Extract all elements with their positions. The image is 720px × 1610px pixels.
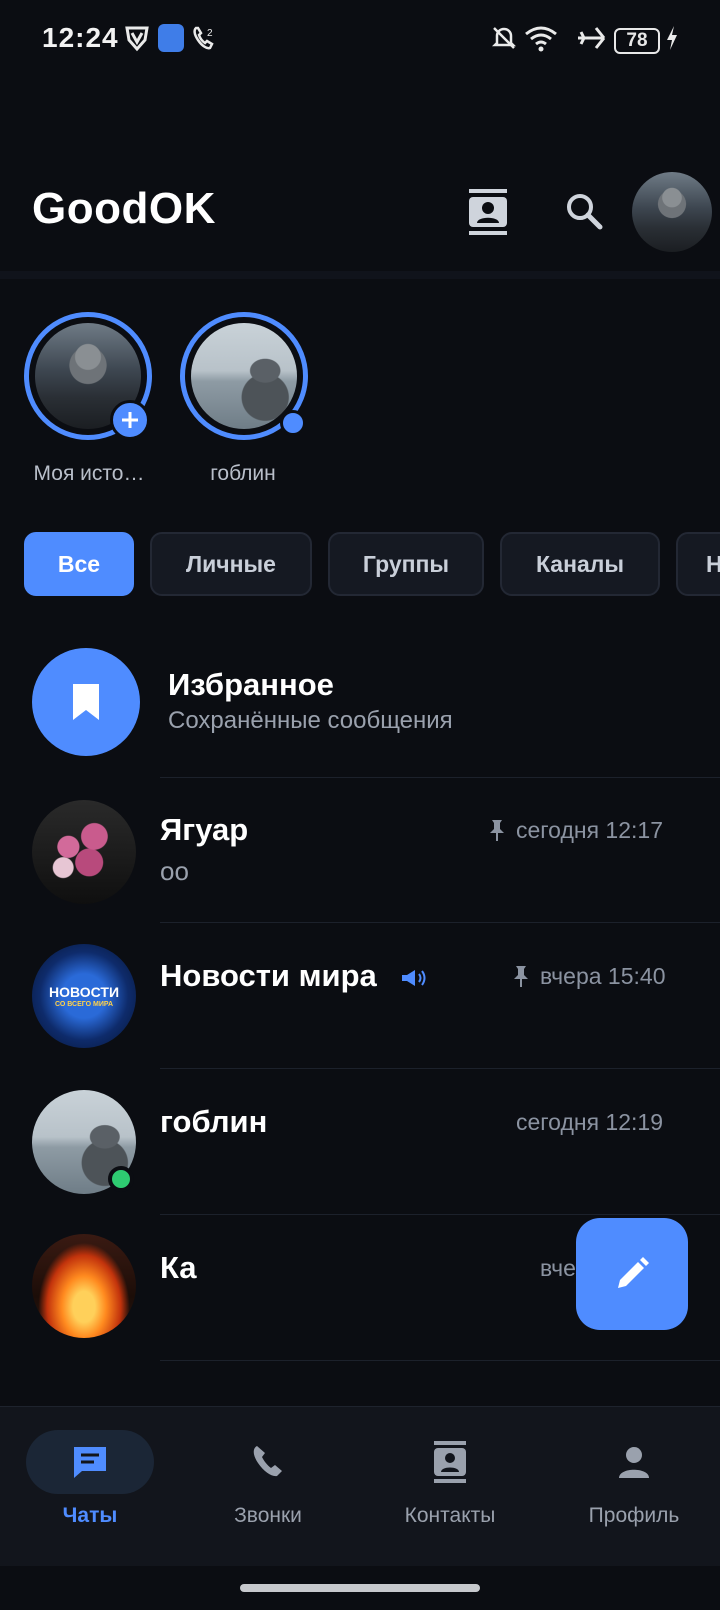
plus-icon [122, 412, 138, 428]
chat-time: вчера 15:40 [540, 963, 666, 989]
chat-name[interactable]: Ягуар [160, 812, 248, 848]
online-indicator [108, 1166, 134, 1192]
vpn-shield-icon [125, 26, 149, 52]
chat-time: сегодня 12:19 [516, 1109, 663, 1135]
chat-icon [74, 1447, 106, 1478]
tab-personal[interactable]: Личные [150, 532, 312, 596]
contacts-icon [434, 1441, 466, 1483]
nav-chats[interactable]: Чаты [0, 1430, 180, 1540]
nav-profile[interactable]: Профиль [544, 1430, 720, 1540]
pencil-icon [618, 1257, 649, 1288]
nav-label: Профиль [588, 1504, 680, 1527]
pin-icon [490, 820, 504, 841]
search-icon[interactable] [564, 191, 604, 231]
story-unread-dot [280, 410, 306, 436]
goblin-story-avatar[interactable] [191, 323, 297, 429]
charging-icon [667, 26, 677, 50]
avatar-news-text: НОВОСТИ [48, 984, 120, 1000]
chat-name[interactable]: Избранное [168, 667, 334, 703]
app-title: GoodOK [32, 184, 216, 233]
story-label: гоблин [210, 462, 276, 485]
bell-off-icon [491, 27, 517, 49]
chat-name[interactable]: гоблин [160, 1104, 267, 1140]
saved-messages-avatar[interactable] [32, 648, 140, 756]
status-time: 12:24 [42, 22, 119, 53]
nav-active-pill [26, 1430, 154, 1494]
tab-more[interactable]: Н [676, 532, 720, 596]
chat-last-message: оо [160, 856, 189, 886]
chat-divider [160, 1068, 720, 1069]
phone-icon [253, 1446, 282, 1477]
nav-label: Звонки [234, 1504, 302, 1527]
chat-divider [160, 777, 720, 778]
airplane-icon [578, 27, 606, 49]
chat-divider [160, 922, 720, 923]
chat-avatar-ka[interactable] [32, 1234, 136, 1338]
chat-subtitle: Сохранённые сообщения [168, 707, 453, 734]
new-message-button[interactable] [576, 1218, 688, 1330]
app-notification-icon [158, 24, 184, 52]
nav-calls[interactable]: Звонки [178, 1430, 358, 1540]
tab-all[interactable]: Все [24, 532, 134, 596]
avatar-news-subtext: СО ВСЕГО МИРА [54, 1001, 114, 1008]
nav-contacts[interactable]: Контакты [360, 1430, 540, 1540]
add-story-button[interactable] [110, 400, 150, 440]
header-divider [0, 271, 720, 279]
tab-channels[interactable]: Каналы [500, 532, 660, 596]
svg-text:2: 2 [207, 28, 213, 39]
channel-megaphone-icon [402, 970, 426, 986]
wifi-call-icon: 2 [193, 26, 214, 50]
story-label: Моя исто… [33, 462, 145, 485]
chat-name[interactable]: Ка [160, 1250, 197, 1286]
wifi-icon [525, 26, 557, 52]
chat-time: вче [540, 1255, 576, 1281]
contacts-book-icon[interactable] [465, 187, 511, 237]
chat-name[interactable]: Новости мира [160, 958, 377, 994]
nav-label: Чаты [62, 1504, 118, 1527]
bookmark-icon [73, 684, 99, 720]
home-indicator[interactable] [240, 1584, 480, 1592]
person-icon [619, 1447, 649, 1478]
chat-divider [160, 1360, 720, 1361]
chat-divider [160, 1214, 720, 1215]
chat-avatar-yaguar[interactable] [32, 800, 136, 904]
chat-avatar-news[interactable]: НОВОСТИ СО ВСЕГО МИРА [32, 944, 136, 1048]
chat-time: сегодня 12:17 [516, 817, 663, 843]
profile-avatar[interactable] [632, 172, 712, 252]
battery-icon: 78 [614, 28, 660, 54]
tab-groups[interactable]: Группы [328, 532, 484, 596]
pin-icon [514, 966, 528, 987]
nav-label: Контакты [404, 1504, 496, 1527]
